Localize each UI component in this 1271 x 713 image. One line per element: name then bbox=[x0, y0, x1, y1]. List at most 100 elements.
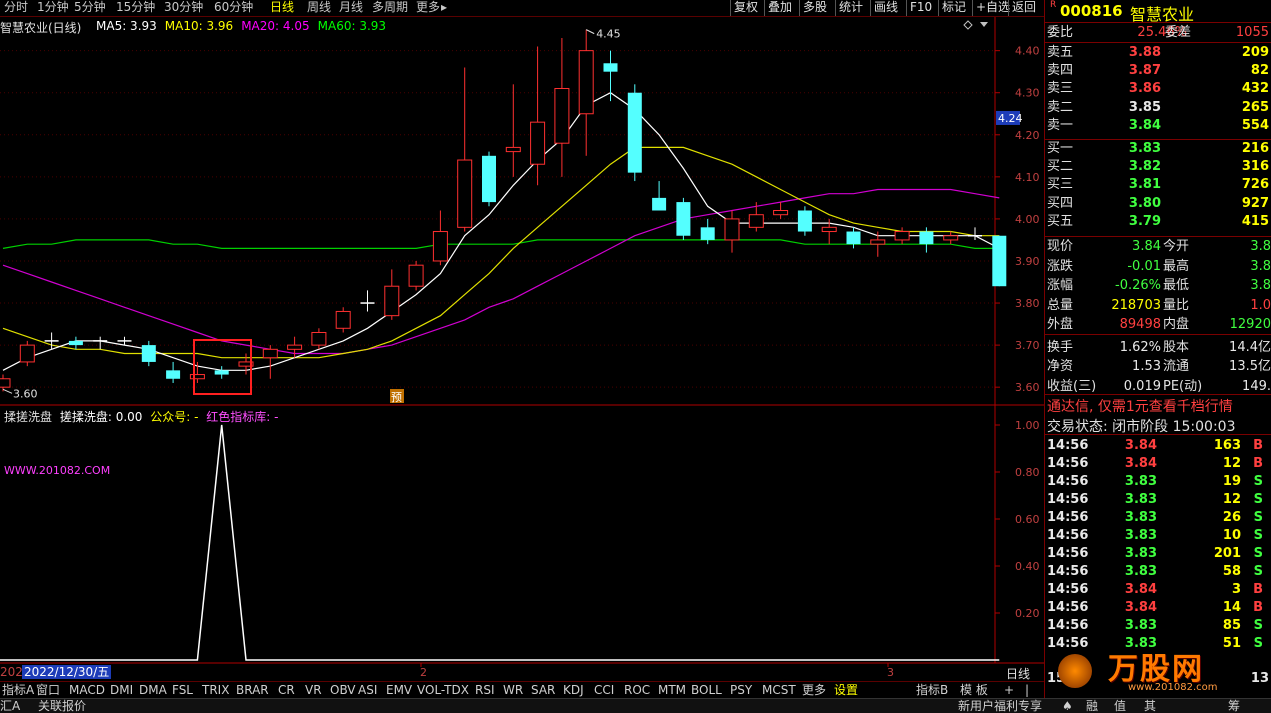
candle-body bbox=[578, 50, 594, 115]
stat-label: 股本 bbox=[1163, 339, 1190, 355]
diamond-icon[interactable] bbox=[963, 20, 973, 30]
tab-3[interactable]: 15分钟 bbox=[116, 0, 155, 15]
toolbar-button-5[interactable]: F10 bbox=[910, 0, 932, 15]
tick-time: 14:56 bbox=[1047, 528, 1089, 543]
tab-1[interactable]: 1分钟 bbox=[37, 0, 69, 15]
toolbar-button-2[interactable]: 多股 bbox=[803, 0, 827, 15]
toolbar-button-8[interactable]: 返回 bbox=[1012, 0, 1036, 15]
toolbar-button-3[interactable]: 统计 bbox=[839, 0, 863, 15]
stat-label: 外盘 bbox=[1047, 317, 1074, 332]
indicator-tick-label: 1.00 bbox=[1015, 419, 1040, 432]
indicator-right-tab-2[interactable]: + bbox=[1004, 683, 1014, 697]
tab-2[interactable]: 5分钟 bbox=[74, 0, 106, 15]
indicator-tab-3[interactable]: DMI bbox=[110, 683, 133, 697]
indicator-tab-22[interactable]: PSY bbox=[730, 683, 752, 697]
indicator-tab-7[interactable]: BRAR bbox=[236, 683, 269, 697]
dropdown-icon[interactable] bbox=[980, 22, 988, 27]
bid-row[interactable]: 买五 3.79 415 bbox=[1047, 213, 1269, 231]
indicator-tab-0[interactable]: 指标A bbox=[2, 683, 34, 697]
toolbar-button-4[interactable]: 画线 bbox=[874, 0, 898, 15]
tab-4[interactable]: 30分钟 bbox=[164, 0, 203, 15]
indicator-tab-8[interactable]: CR bbox=[278, 683, 295, 697]
tab-8[interactable]: 月线 bbox=[339, 0, 363, 15]
indicator-tab-1[interactable]: 窗口 bbox=[36, 683, 60, 697]
status-icon-0[interactable]: ♠ bbox=[1062, 699, 1073, 713]
status-icon-2[interactable]: 值 bbox=[1114, 699, 1126, 713]
indicator-tab-15[interactable]: WR bbox=[503, 683, 523, 697]
ma20-line bbox=[2, 188, 1000, 355]
indicator-tab-23[interactable]: MCST bbox=[762, 683, 796, 697]
toolbar-button-7[interactable]: +自选 bbox=[976, 0, 1010, 15]
indicator-tab-10[interactable]: OBV bbox=[330, 683, 356, 697]
indicator-tab-12[interactable]: EMV bbox=[386, 683, 412, 697]
toolbar-button-0[interactable]: 复权 bbox=[734, 0, 758, 15]
divider bbox=[1045, 22, 1271, 23]
status-icon-4[interactable]: 筹 bbox=[1228, 699, 1240, 713]
stat-value: -0.01 bbox=[1127, 258, 1161, 274]
indicator-tab-17[interactable]: KDJ bbox=[563, 683, 584, 697]
promo-ad[interactable]: 通达信, 仅需1元查看千档行情 bbox=[1047, 396, 1233, 416]
tab-0[interactable]: 分时 bbox=[4, 0, 28, 15]
tab-6[interactable]: 日线 bbox=[270, 0, 294, 15]
tick-time: 14:56 bbox=[1047, 510, 1089, 525]
ask-row[interactable]: 卖一 3.84 554 bbox=[1047, 117, 1269, 135]
ask-row[interactable]: 卖四 3.87 82 bbox=[1047, 62, 1269, 80]
status-related-quote[interactable]: 关联报价 bbox=[38, 699, 86, 713]
indicator-tab-24[interactable]: 更多 bbox=[802, 683, 826, 697]
tick-time: 14:56 bbox=[1047, 546, 1089, 561]
tick-row: 14:56 3.83 201 S bbox=[1047, 545, 1269, 563]
kline-chart[interactable]: 4.40 4.30 4.20 4.10 4.00 3.90 3.80 3.70 3.60 4.24… bbox=[0, 17, 1045, 680]
indicator-tab-5[interactable]: FSL bbox=[172, 683, 193, 697]
candle-body bbox=[457, 159, 473, 228]
period-label[interactable]: 日线 bbox=[1006, 665, 1030, 682]
tick-side: B bbox=[1253, 438, 1263, 453]
candle-body bbox=[919, 231, 934, 245]
stat-value: 1.0 bbox=[1250, 297, 1271, 313]
ask-row[interactable]: 卖二 3.85 265 bbox=[1047, 99, 1269, 117]
toolbar-button-6[interactable]: 标记 bbox=[942, 0, 966, 15]
ask-row[interactable]: 卖三 3.86 432 bbox=[1047, 80, 1269, 98]
indicator-tab-4[interactable]: DMA bbox=[139, 683, 167, 697]
status-icon-3[interactable]: 其 bbox=[1144, 699, 1156, 713]
indicator-right-tab-0[interactable]: 指标B bbox=[916, 683, 948, 697]
indicator-tab-21[interactable]: BOLL bbox=[691, 683, 722, 697]
status-left-1[interactable]: 汇A bbox=[0, 699, 20, 713]
indicator-tab-13[interactable]: VOL-TDX bbox=[417, 683, 469, 697]
level-price: 3.82 bbox=[1128, 159, 1161, 175]
toolbar-button-1[interactable]: 叠加 bbox=[768, 0, 792, 15]
tab-5[interactable]: 60分钟 bbox=[214, 0, 253, 15]
indicator-tab-11[interactable]: ASI bbox=[358, 683, 377, 697]
candle-body bbox=[627, 92, 642, 173]
status-new-user[interactable]: 新用户福利专享 bbox=[958, 699, 1042, 713]
indicator-tab-9[interactable]: VR bbox=[305, 683, 322, 697]
status-icon-1[interactable]: 融 bbox=[1086, 699, 1098, 713]
indicator-tab-25[interactable]: 设置 bbox=[834, 683, 858, 697]
tick-price: 3.84 bbox=[1124, 600, 1157, 615]
indicator-right-tab-1[interactable]: 模 板 bbox=[960, 683, 988, 697]
candle-body bbox=[68, 340, 83, 346]
tab-7[interactable]: 周线 bbox=[307, 0, 331, 15]
stat-value: 0.019 bbox=[1123, 378, 1161, 394]
indicator-value: 搓揉洗盘: 0.00 bbox=[59, 410, 143, 424]
ma10-line bbox=[2, 146, 1000, 359]
level-volume: 82 bbox=[1250, 63, 1269, 79]
indicator-tab-19[interactable]: ROC bbox=[624, 683, 650, 697]
indicator-tab-14[interactable]: RSI bbox=[475, 683, 495, 697]
indicator-tab-2[interactable]: MACD bbox=[69, 683, 105, 697]
indicator-wechat: 公众号: - bbox=[150, 410, 199, 424]
indicator-tab-20[interactable]: MTM bbox=[658, 683, 686, 697]
bid-row[interactable]: 买二 3.82 316 bbox=[1047, 158, 1269, 176]
indicator-tab-16[interactable]: SAR bbox=[531, 683, 555, 697]
tab-10[interactable]: 更多 bbox=[416, 0, 440, 15]
more-caret-icon[interactable]: ▸ bbox=[441, 0, 447, 15]
bid-row[interactable]: 买一 3.83 216 bbox=[1047, 140, 1269, 158]
bid-row[interactable]: 买四 3.80 927 bbox=[1047, 195, 1269, 213]
indicator-right-tab-3[interactable]: | bbox=[1025, 683, 1029, 697]
tab-9[interactable]: 多周期 bbox=[372, 0, 408, 15]
ask-row[interactable]: 卖五 3.88 209 bbox=[1047, 44, 1269, 62]
wecha-label: 委差 bbox=[1165, 25, 1192, 40]
indicator-tab-6[interactable]: TRIX bbox=[202, 683, 229, 697]
indicator-tab-18[interactable]: CCI bbox=[594, 683, 614, 697]
bid-row[interactable]: 买三 3.81 726 bbox=[1047, 176, 1269, 194]
divider bbox=[1045, 236, 1271, 237]
